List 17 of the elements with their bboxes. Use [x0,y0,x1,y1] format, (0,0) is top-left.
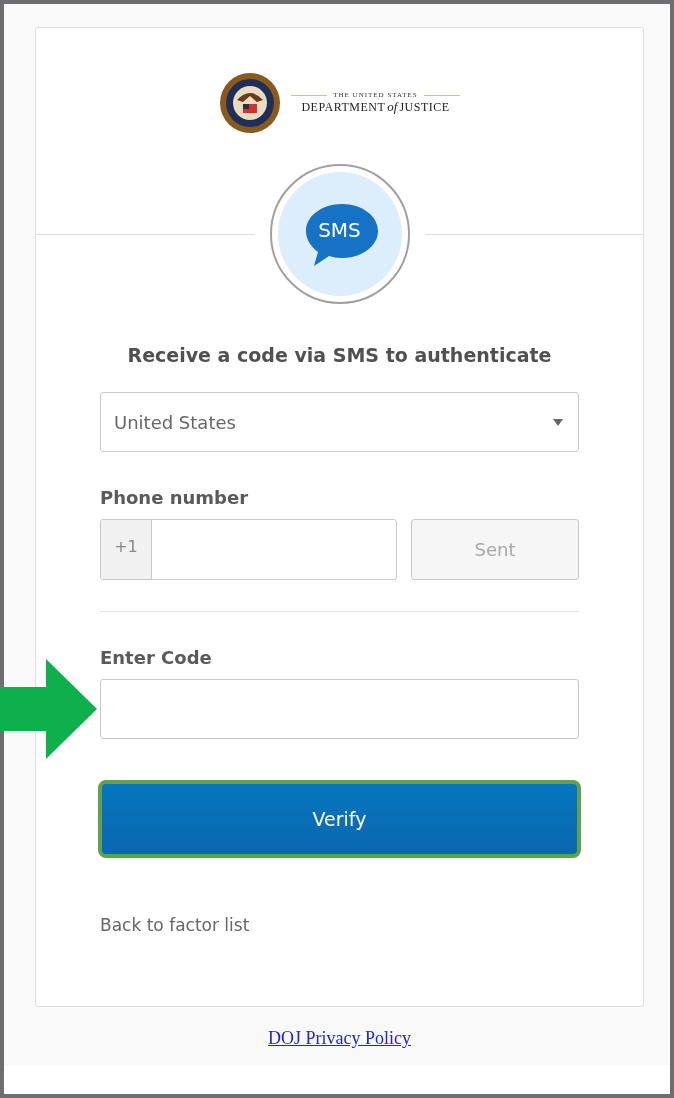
country-code: +1 [101,520,152,579]
privacy-link[interactable]: DOJ Privacy Policy [268,1028,411,1048]
logo-joiner: of [387,99,398,115]
logo-name: DEPARTMENT [301,100,386,115]
speech-bubble-icon [303,202,380,268]
code-input-field[interactable] [100,679,579,739]
form-title: Receive a code via SMS to authenticate [126,344,553,366]
country-select[interactable]: United States [100,392,579,452]
field-label: Enter Code [100,647,213,668]
phone-field[interactable]: +1 [100,519,397,580]
seal-icon [219,72,282,134]
logo-name: JUSTICE [399,100,450,115]
verify-button[interactable]: Verify [98,780,581,858]
field-label: Phone number [100,487,250,508]
back-link[interactable]: Back to factor list [100,915,579,935]
sms-label: SMS [318,218,361,242]
caret-icon [553,418,563,426]
